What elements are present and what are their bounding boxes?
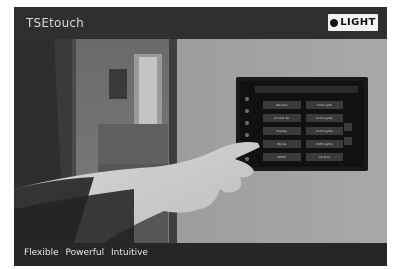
tagline-word: Powerful xyxy=(65,248,105,258)
panel-button: Alt Dim xyxy=(305,153,343,161)
hero-photo: Paradisi Cold Light Accent Ter Cold Ligh… xyxy=(14,39,387,243)
promo-banner: TSEtouch LIGHT Paradisi Cold Light Accen… xyxy=(14,7,387,266)
tagline-word: Flexible xyxy=(24,248,59,258)
panel-button: MHPS xyxy=(263,153,301,161)
tagline-word: Intuitive xyxy=(110,248,148,258)
banner-footer: Flexible Powerful Intuitive xyxy=(14,243,387,266)
banner-header: TSEtouch LIGHT xyxy=(14,7,387,39)
tagline: Flexible Powerful Intuitive xyxy=(24,248,152,258)
touchscreen-panel: Paradisi Cold Light Accent Ter Cold Ligh… xyxy=(263,101,343,163)
logo-text: LIGHT xyxy=(340,17,376,28)
panel-button: Cold Light xyxy=(305,101,343,109)
panel-button: Shift Lights xyxy=(305,140,343,148)
brand-name: TSEtouch xyxy=(26,16,84,30)
logo-mark-icon xyxy=(330,18,339,27)
panel-button: Cold Lights xyxy=(305,127,343,135)
panel-button: Blinds xyxy=(263,140,301,148)
panel-button: Accent Ter xyxy=(263,114,301,122)
panel-button: Paradisi xyxy=(263,101,301,109)
panel-button: Cold Lights xyxy=(305,114,343,122)
panel-button: Display xyxy=(263,127,301,135)
brand-logo: LIGHT xyxy=(328,14,378,31)
